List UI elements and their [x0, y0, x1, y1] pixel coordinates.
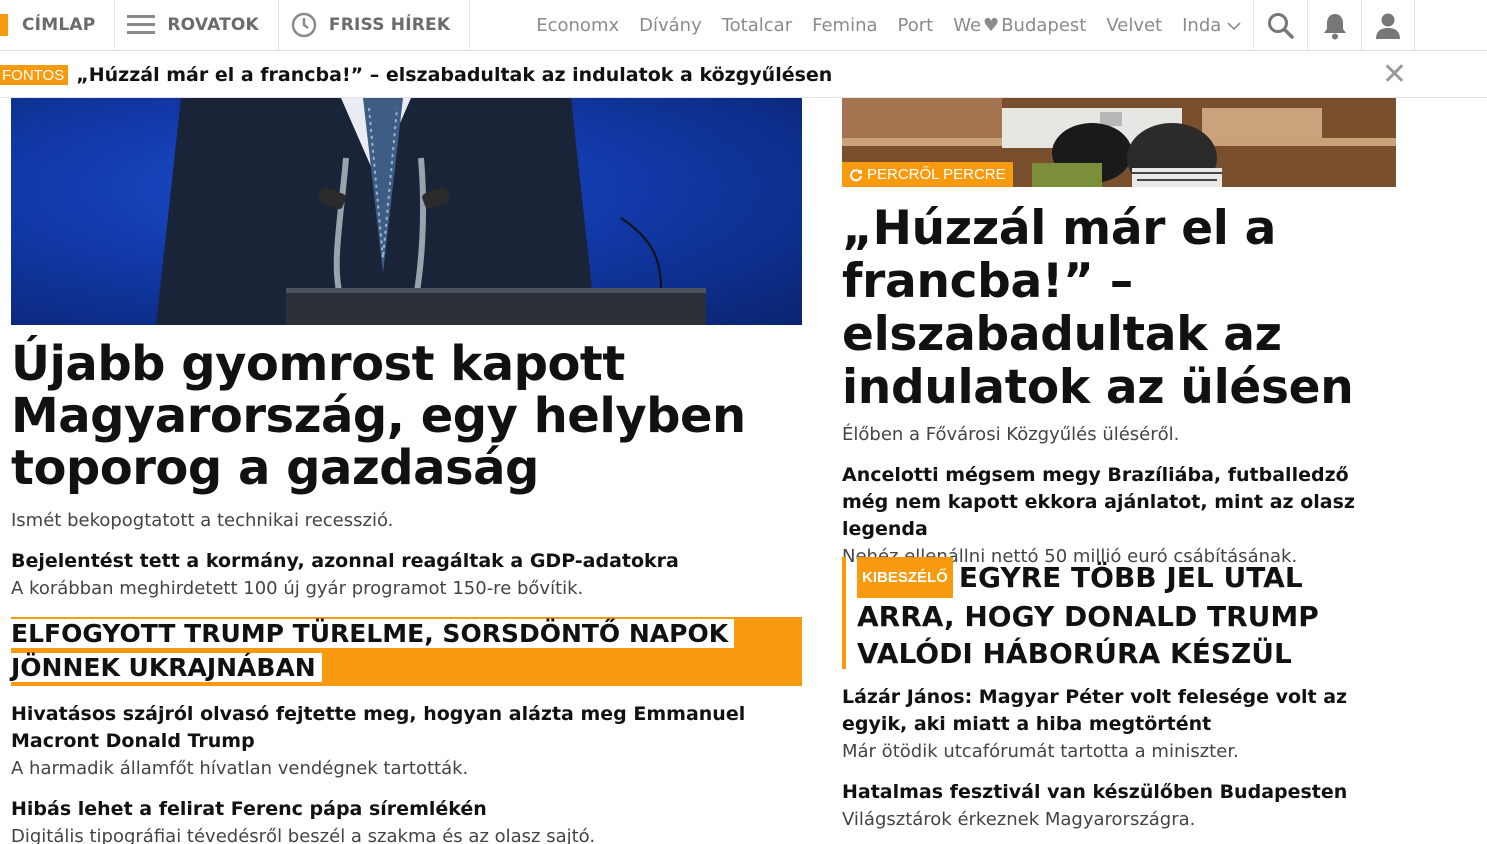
we-love-post: Budapest — [1001, 14, 1087, 36]
link-totalcar[interactable]: Totalcar — [722, 15, 792, 36]
left-article-2[interactable]: Hivatásos szájról olvasó fejtette meg, h… — [11, 701, 801, 782]
article-title[interactable]: Hatalmas fesztivál van készülőben Budape… — [842, 779, 1387, 806]
article-lead: Világsztárok érkeznek Magyarországra. — [842, 809, 1196, 830]
chevron-down-icon — [1227, 21, 1241, 30]
hero-image[interactable] — [11, 98, 802, 325]
article-lead: A harmadik államfőt hívatlan vendégnek t… — [11, 758, 469, 779]
breaking-headline[interactable]: „Húzzál már el a francba!” – elszabadult… — [76, 64, 832, 86]
link-inda[interactable]: Inda — [1182, 15, 1241, 36]
search-button[interactable] — [1253, 0, 1307, 51]
close-icon[interactable]: ✕ — [1382, 60, 1407, 90]
kibeszelo-block[interactable]: KIBESZÉLŐ Egyre több jel utal arra, hogy … — [842, 557, 1396, 672]
link-port[interactable]: Port — [898, 15, 934, 36]
right-article-3[interactable]: Hatalmas fesztivál van készülőben Budape… — [842, 779, 1387, 833]
feature-line-2: jönnek Ukrajnában — [11, 653, 322, 682]
clock-icon — [291, 12, 317, 38]
link-we-love-budapest[interactable]: We ♥ Budapest — [953, 15, 1086, 36]
bell-icon — [1323, 13, 1346, 39]
link-femina[interactable]: Femina — [812, 15, 877, 36]
link-divany[interactable]: Dívány — [639, 15, 702, 36]
speaker-podium-illustration — [156, 98, 706, 325]
we-love-pre: We — [953, 14, 982, 36]
article-title[interactable]: Hibás lehet a felirat Ferenc pápa síreml… — [11, 796, 801, 823]
partner-links: Economx Dívány Totalcar Femina Port We ♥ B… — [536, 15, 1241, 36]
fontos-badge: FONTOS — [0, 64, 69, 85]
nav-friss-hirek[interactable]: FRISS HÍREK — [279, 0, 471, 51]
profile-button[interactable] — [1361, 0, 1415, 51]
right-headline[interactable]: „Húzzál már el a francba!” – elszabadult… — [842, 202, 1362, 414]
article-title[interactable]: Ancelotti mégsem megy Brazíliába, futbal… — [842, 462, 1382, 543]
link-economx[interactable]: Economx — [536, 15, 619, 36]
link-velvet[interactable]: Velvet — [1106, 15, 1162, 36]
kibeszelo-badge: KIBESZÉLŐ — [857, 557, 953, 598]
kibeszelo-headline[interactable]: KIBESZÉLŐ Egyre több jel utal arra, hogy … — [857, 557, 1396, 672]
user-icon — [1376, 13, 1400, 39]
article-title[interactable]: Bejelentést tett a kormány, azonnal reag… — [11, 548, 801, 575]
right-lead: Élőben a Fővárosi Közgyűlés üléséről. — [842, 424, 1180, 445]
article-title[interactable]: Hivatásos szájról olvasó fejtette meg, h… — [11, 701, 801, 755]
left-article-1[interactable]: Bejelentést tett a kormány, azonnal reag… — [11, 548, 801, 602]
nav-rovatok-label: ROVATOK — [167, 15, 259, 35]
heart-icon: ♥ — [983, 14, 1000, 36]
nav-rovatok[interactable]: ROVATOK — [115, 0, 279, 51]
search-icon — [1267, 12, 1294, 39]
nav-friss-label: FRISS HÍREK — [328, 15, 451, 35]
refresh-icon — [850, 168, 863, 181]
left-article-3[interactable]: Hibás lehet a felirat Ferenc pápa síreml… — [11, 796, 801, 844]
hero-lead: Ismét bekopogtatott a technikai recesszi… — [11, 510, 394, 531]
nav-cimlap-label: CÍMLAP — [22, 15, 96, 35]
live-badge-label: PERCRŐL PERCRE — [867, 166, 1006, 183]
hamburger-icon — [127, 15, 156, 34]
top-navigation: CÍMLAP ROVATOK FRISS HÍREK Economx Díván… — [0, 0, 1487, 51]
nav-cimlap[interactable]: CÍMLAP — [0, 0, 116, 51]
article-title[interactable]: Lázár János: Magyar Péter volt felesége … — [842, 684, 1387, 738]
accent-bar — [0, 14, 8, 36]
feature-line-1: Elfogyott Trump türelme, sorsdöntő napok — [11, 619, 735, 648]
feature-headline[interactable]: Elfogyott Trump türelme, sorsdöntő napok… — [11, 617, 735, 685]
article-lead: Digitális tipográfiai tévedésről beszél … — [11, 826, 596, 844]
nav-icon-group — [1253, 0, 1415, 51]
breaking-news-bar: FONTOS „Húzzál már el a francba!” – elsz… — [0, 52, 1487, 98]
link-inda-label: Inda — [1182, 14, 1222, 36]
right-article-1[interactable]: Ancelotti mégsem megy Brazíliába, futbal… — [842, 462, 1382, 570]
notification-button[interactable] — [1307, 0, 1361, 51]
article-lead: Már ötödik utcafórumát tartotta a minisz… — [842, 741, 1239, 762]
live-badge: PERCRŐL PERCRE — [842, 162, 1013, 187]
hero-headline[interactable]: Újabb gyomrost kapott Magyarország, egy … — [11, 338, 791, 494]
article-lead: A korábban meghirdetett 100 új gyár prog… — [11, 578, 584, 599]
right-article-2[interactable]: Lázár János: Magyar Péter volt felesége … — [842, 684, 1387, 765]
